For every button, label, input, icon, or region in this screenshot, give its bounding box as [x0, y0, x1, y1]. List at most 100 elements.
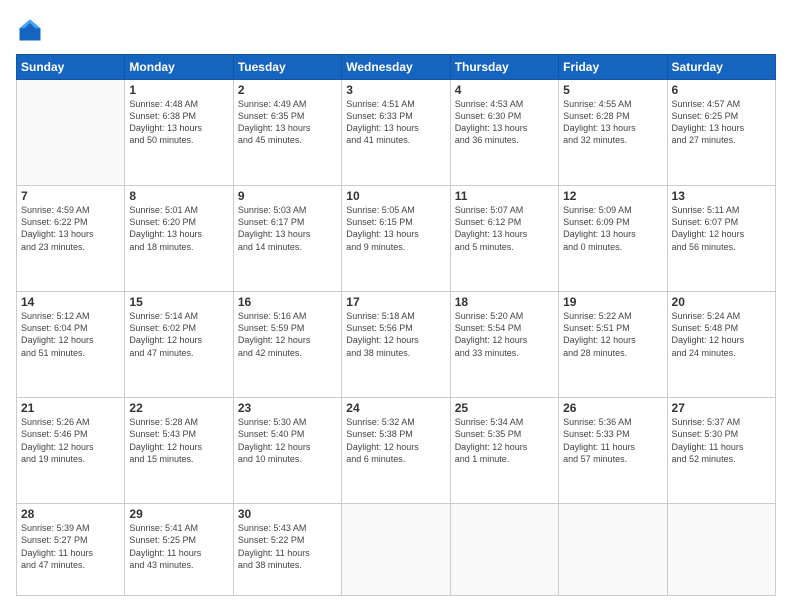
day-number: 11	[455, 189, 554, 203]
calendar-cell	[559, 504, 667, 596]
day-number: 20	[672, 295, 771, 309]
day-number: 21	[21, 401, 120, 415]
day-info: Sunrise: 5:03 AM Sunset: 6:17 PM Dayligh…	[238, 204, 337, 253]
day-info: Sunrise: 5:32 AM Sunset: 5:38 PM Dayligh…	[346, 416, 445, 465]
day-number: 15	[129, 295, 228, 309]
day-info: Sunrise: 5:18 AM Sunset: 5:56 PM Dayligh…	[346, 310, 445, 359]
day-info: Sunrise: 5:26 AM Sunset: 5:46 PM Dayligh…	[21, 416, 120, 465]
calendar-cell: 25Sunrise: 5:34 AM Sunset: 5:35 PM Dayli…	[450, 398, 558, 504]
logo	[16, 16, 48, 44]
day-info: Sunrise: 4:53 AM Sunset: 6:30 PM Dayligh…	[455, 98, 554, 147]
day-info: Sunrise: 4:55 AM Sunset: 6:28 PM Dayligh…	[563, 98, 662, 147]
day-info: Sunrise: 5:09 AM Sunset: 6:09 PM Dayligh…	[563, 204, 662, 253]
calendar-cell: 23Sunrise: 5:30 AM Sunset: 5:40 PM Dayli…	[233, 398, 341, 504]
day-number: 9	[238, 189, 337, 203]
calendar-cell: 10Sunrise: 5:05 AM Sunset: 6:15 PM Dayli…	[342, 186, 450, 292]
day-number: 24	[346, 401, 445, 415]
weekday-header-thursday: Thursday	[450, 55, 558, 80]
calendar-cell: 30Sunrise: 5:43 AM Sunset: 5:22 PM Dayli…	[233, 504, 341, 596]
day-number: 5	[563, 83, 662, 97]
calendar-cell: 15Sunrise: 5:14 AM Sunset: 6:02 PM Dayli…	[125, 292, 233, 398]
weekday-header-wednesday: Wednesday	[342, 55, 450, 80]
day-number: 23	[238, 401, 337, 415]
day-info: Sunrise: 5:30 AM Sunset: 5:40 PM Dayligh…	[238, 416, 337, 465]
day-info: Sunrise: 4:57 AM Sunset: 6:25 PM Dayligh…	[672, 98, 771, 147]
calendar-cell: 17Sunrise: 5:18 AM Sunset: 5:56 PM Dayli…	[342, 292, 450, 398]
day-number: 8	[129, 189, 228, 203]
day-info: Sunrise: 5:37 AM Sunset: 5:30 PM Dayligh…	[672, 416, 771, 465]
day-number: 6	[672, 83, 771, 97]
day-number: 12	[563, 189, 662, 203]
day-number: 16	[238, 295, 337, 309]
calendar-cell: 22Sunrise: 5:28 AM Sunset: 5:43 PM Dayli…	[125, 398, 233, 504]
calendar-cell: 8Sunrise: 5:01 AM Sunset: 6:20 PM Daylig…	[125, 186, 233, 292]
weekday-header-saturday: Saturday	[667, 55, 775, 80]
day-info: Sunrise: 4:49 AM Sunset: 6:35 PM Dayligh…	[238, 98, 337, 147]
calendar-cell	[342, 504, 450, 596]
day-info: Sunrise: 5:07 AM Sunset: 6:12 PM Dayligh…	[455, 204, 554, 253]
logo-icon	[16, 16, 44, 44]
weekday-header-monday: Monday	[125, 55, 233, 80]
day-number: 14	[21, 295, 120, 309]
header	[16, 16, 776, 44]
day-info: Sunrise: 5:14 AM Sunset: 6:02 PM Dayligh…	[129, 310, 228, 359]
calendar-cell: 1Sunrise: 4:48 AM Sunset: 6:38 PM Daylig…	[125, 80, 233, 186]
week-row-2: 7Sunrise: 4:59 AM Sunset: 6:22 PM Daylig…	[17, 186, 776, 292]
day-number: 25	[455, 401, 554, 415]
day-number: 19	[563, 295, 662, 309]
day-info: Sunrise: 5:24 AM Sunset: 5:48 PM Dayligh…	[672, 310, 771, 359]
week-row-1: 1Sunrise: 4:48 AM Sunset: 6:38 PM Daylig…	[17, 80, 776, 186]
calendar-cell: 24Sunrise: 5:32 AM Sunset: 5:38 PM Dayli…	[342, 398, 450, 504]
calendar-cell: 7Sunrise: 4:59 AM Sunset: 6:22 PM Daylig…	[17, 186, 125, 292]
day-number: 13	[672, 189, 771, 203]
day-info: Sunrise: 5:20 AM Sunset: 5:54 PM Dayligh…	[455, 310, 554, 359]
calendar-cell: 12Sunrise: 5:09 AM Sunset: 6:09 PM Dayli…	[559, 186, 667, 292]
day-info: Sunrise: 5:16 AM Sunset: 5:59 PM Dayligh…	[238, 310, 337, 359]
week-row-3: 14Sunrise: 5:12 AM Sunset: 6:04 PM Dayli…	[17, 292, 776, 398]
calendar-cell: 28Sunrise: 5:39 AM Sunset: 5:27 PM Dayli…	[17, 504, 125, 596]
calendar-cell: 2Sunrise: 4:49 AM Sunset: 6:35 PM Daylig…	[233, 80, 341, 186]
day-number: 26	[563, 401, 662, 415]
day-number: 30	[238, 507, 337, 521]
calendar-cell: 9Sunrise: 5:03 AM Sunset: 6:17 PM Daylig…	[233, 186, 341, 292]
day-info: Sunrise: 5:34 AM Sunset: 5:35 PM Dayligh…	[455, 416, 554, 465]
day-info: Sunrise: 5:39 AM Sunset: 5:27 PM Dayligh…	[21, 522, 120, 571]
day-info: Sunrise: 4:51 AM Sunset: 6:33 PM Dayligh…	[346, 98, 445, 147]
day-info: Sunrise: 4:59 AM Sunset: 6:22 PM Dayligh…	[21, 204, 120, 253]
calendar-cell: 13Sunrise: 5:11 AM Sunset: 6:07 PM Dayli…	[667, 186, 775, 292]
day-info: Sunrise: 5:43 AM Sunset: 5:22 PM Dayligh…	[238, 522, 337, 571]
day-info: Sunrise: 5:28 AM Sunset: 5:43 PM Dayligh…	[129, 416, 228, 465]
calendar-table: SundayMondayTuesdayWednesdayThursdayFrid…	[16, 54, 776, 596]
calendar-cell: 27Sunrise: 5:37 AM Sunset: 5:30 PM Dayli…	[667, 398, 775, 504]
day-number: 4	[455, 83, 554, 97]
calendar-cell	[667, 504, 775, 596]
calendar-cell: 20Sunrise: 5:24 AM Sunset: 5:48 PM Dayli…	[667, 292, 775, 398]
weekday-header-friday: Friday	[559, 55, 667, 80]
day-info: Sunrise: 5:41 AM Sunset: 5:25 PM Dayligh…	[129, 522, 228, 571]
day-number: 17	[346, 295, 445, 309]
day-number: 1	[129, 83, 228, 97]
calendar-cell: 19Sunrise: 5:22 AM Sunset: 5:51 PM Dayli…	[559, 292, 667, 398]
day-number: 18	[455, 295, 554, 309]
week-row-4: 21Sunrise: 5:26 AM Sunset: 5:46 PM Dayli…	[17, 398, 776, 504]
calendar-cell: 5Sunrise: 4:55 AM Sunset: 6:28 PM Daylig…	[559, 80, 667, 186]
calendar-cell: 16Sunrise: 5:16 AM Sunset: 5:59 PM Dayli…	[233, 292, 341, 398]
day-info: Sunrise: 5:22 AM Sunset: 5:51 PM Dayligh…	[563, 310, 662, 359]
calendar-cell	[450, 504, 558, 596]
calendar-cell: 4Sunrise: 4:53 AM Sunset: 6:30 PM Daylig…	[450, 80, 558, 186]
day-number: 2	[238, 83, 337, 97]
calendar-cell: 29Sunrise: 5:41 AM Sunset: 5:25 PM Dayli…	[125, 504, 233, 596]
calendar-cell: 18Sunrise: 5:20 AM Sunset: 5:54 PM Dayli…	[450, 292, 558, 398]
calendar-cell: 3Sunrise: 4:51 AM Sunset: 6:33 PM Daylig…	[342, 80, 450, 186]
day-number: 7	[21, 189, 120, 203]
calendar-cell	[17, 80, 125, 186]
weekday-header-row: SundayMondayTuesdayWednesdayThursdayFrid…	[17, 55, 776, 80]
calendar-cell: 14Sunrise: 5:12 AM Sunset: 6:04 PM Dayli…	[17, 292, 125, 398]
calendar-page: SundayMondayTuesdayWednesdayThursdayFrid…	[0, 0, 792, 612]
calendar-cell: 11Sunrise: 5:07 AM Sunset: 6:12 PM Dayli…	[450, 186, 558, 292]
day-number: 29	[129, 507, 228, 521]
day-info: Sunrise: 5:05 AM Sunset: 6:15 PM Dayligh…	[346, 204, 445, 253]
day-number: 10	[346, 189, 445, 203]
calendar-cell: 21Sunrise: 5:26 AM Sunset: 5:46 PM Dayli…	[17, 398, 125, 504]
day-number: 27	[672, 401, 771, 415]
